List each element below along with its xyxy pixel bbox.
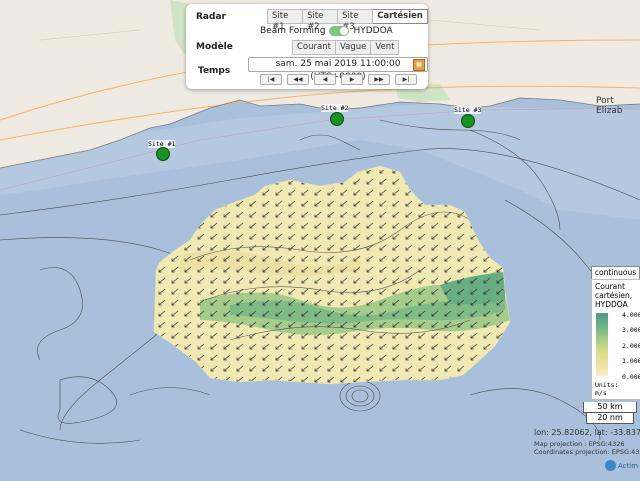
fast-backward-button[interactable]: ◀◀ bbox=[287, 74, 309, 85]
map-projection-text: Map projection : EPSG:4326 bbox=[534, 440, 625, 448]
site-3-label: Site #3 bbox=[454, 106, 482, 114]
legend-body: Courant cartésien, HYDDOA 4.000 3.000 2.… bbox=[591, 279, 640, 400]
legend-title-line: cartésien, bbox=[595, 291, 633, 300]
legend-units: Units: m/s bbox=[595, 381, 618, 397]
radar-site-2-button[interactable]: Site #2 bbox=[303, 9, 339, 32]
beam-forming-label: Beam Forming bbox=[260, 26, 326, 36]
legend-tick: 2.000 bbox=[622, 342, 640, 350]
legend-units-line: Units: bbox=[595, 381, 619, 389]
calendar-icon[interactable]: ▦ bbox=[413, 59, 425, 71]
time-navigation: |◀ ◀◀ ◀ ▶ ▶▶ ▶| bbox=[260, 74, 417, 85]
legend-colorbar bbox=[596, 313, 608, 376]
algorithm-toggle[interactable] bbox=[329, 26, 350, 36]
radar-site-1-button[interactable]: Site #1 bbox=[267, 9, 304, 32]
logo-icon bbox=[605, 460, 616, 471]
model-vague-button[interactable]: Vague bbox=[335, 40, 372, 55]
logo-text: Actim bbox=[618, 461, 639, 470]
step-backward-button[interactable]: ◀ bbox=[314, 74, 336, 85]
site-3-marker[interactable] bbox=[461, 114, 475, 128]
legend-title-line: Courant bbox=[595, 282, 625, 291]
model-courant-button[interactable]: Courant bbox=[292, 40, 336, 55]
first-step-button[interactable]: |◀ bbox=[260, 74, 282, 85]
last-step-button[interactable]: ▶| bbox=[395, 74, 417, 85]
legend-units-line: m/s bbox=[595, 389, 607, 397]
toggle-knob bbox=[340, 27, 349, 35]
step-forward-button[interactable]: ▶ bbox=[341, 74, 363, 85]
radar-selector: Site #1 Site #2 Site #3 Cartésien bbox=[267, 9, 428, 32]
site-2-marker[interactable] bbox=[330, 112, 344, 126]
city-label: Port Elizab bbox=[596, 96, 623, 116]
color-legend: continuous Courant cartésien, HYDDOA 4.0… bbox=[591, 266, 640, 400]
radar-cartesian-button[interactable]: Cartésien bbox=[373, 9, 428, 24]
site-1-marker[interactable] bbox=[156, 147, 170, 161]
fast-forward-button[interactable]: ▶▶ bbox=[368, 74, 390, 85]
model-vent-button[interactable]: Vent bbox=[371, 40, 400, 55]
radar-label: Radar bbox=[196, 12, 226, 22]
legend-tick: 4.000 bbox=[622, 311, 640, 319]
model-selector: Courant Vague Vent bbox=[292, 40, 400, 55]
control-panel: Radar Site #1 Site #2 Site #3 Cartésien … bbox=[186, 4, 428, 89]
legend-tab-continuous[interactable]: continuous bbox=[591, 266, 640, 280]
legend-title: Courant cartésien, HYDDOA bbox=[595, 282, 640, 309]
algorithm-toggle-group: Beam Forming HYDDOA bbox=[260, 26, 393, 36]
temps-label: Temps bbox=[198, 66, 231, 76]
site-2-label: Site #2 bbox=[321, 104, 349, 112]
coordinates-projection-text: Coordinates projection: EPSG:43 bbox=[534, 448, 640, 456]
radar-site-3-button[interactable]: Site #3 bbox=[338, 9, 374, 32]
scale-bar-km: 50 km bbox=[583, 402, 637, 413]
brand-logo: Actim bbox=[605, 460, 638, 471]
scale-bar-nm: 20 nm bbox=[586, 413, 634, 424]
modele-label: Modèle bbox=[196, 42, 233, 52]
legend-tick: 0.000 bbox=[622, 373, 640, 381]
legend-tick: 1.000 bbox=[622, 357, 640, 365]
hyddoa-label: HYDDOA bbox=[353, 26, 393, 36]
datetime-field[interactable]: sam. 25 mai 2019 11:00:00 (UTC+0000) ▦ bbox=[248, 57, 428, 82]
legend-tick: 3.000 bbox=[622, 326, 640, 334]
legend-title-line: HYDDOA bbox=[595, 300, 628, 309]
cursor-coordinates: lon: 25.82062, lat: -33.83789 bbox=[534, 428, 640, 437]
